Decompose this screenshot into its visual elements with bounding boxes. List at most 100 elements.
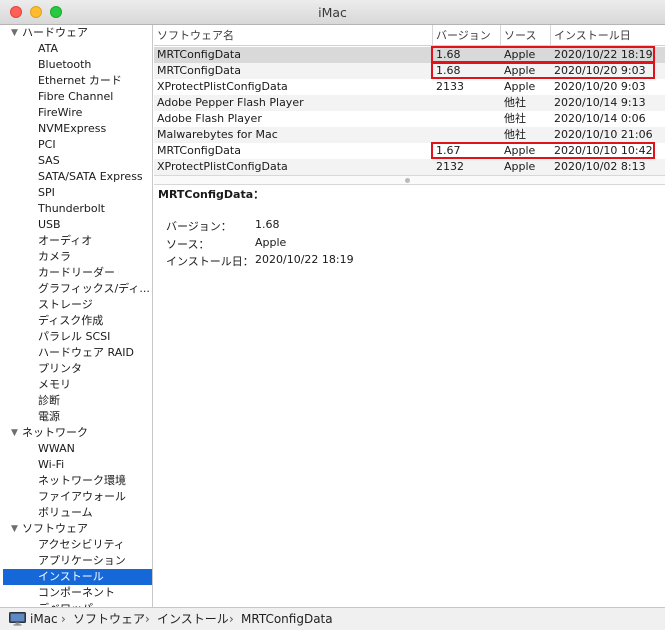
splitter-handle-icon[interactable]: [405, 178, 410, 183]
breadcrumb-separator: ›: [229, 612, 234, 626]
sidebar-item[interactable]: SAS: [0, 153, 152, 169]
disclosure-triangle-icon[interactable]: ▼: [11, 521, 18, 537]
sidebar-item-label: メモリ: [38, 378, 71, 391]
sidebar-item[interactable]: アクセシビリティ: [0, 537, 152, 553]
detail-field-label: ソース：: [166, 238, 210, 251]
sidebar-item-label: ボリューム: [38, 506, 93, 519]
sidebar-item[interactable]: Bluetooth: [0, 57, 152, 73]
sidebar-item-label: WWAN: [38, 442, 75, 455]
sidebar-item[interactable]: ディスク作成: [0, 313, 152, 329]
sidebar-item-label: USB: [38, 218, 61, 231]
detail-title: MRTConfigData：: [158, 188, 265, 201]
table-row[interactable]: Adobe Pepper Flash Player 他社 2020/10/14 9:…: [154, 95, 665, 111]
sidebar-item[interactable]: グラフィックス/ディ...: [0, 281, 152, 297]
sidebar-item[interactable]: カメラ: [0, 249, 152, 265]
highlight-box: [431, 142, 655, 159]
cell-install-date: 2020/10/14 9:13: [554, 96, 646, 109]
sidebar[interactable]: ▼ ハードウェア ATA Bluetooth Ethernet カード Fibre Cha…: [0, 25, 153, 607]
sidebar-item-label: Ethernet カード: [38, 74, 122, 87]
sidebar-item[interactable]: メモリ: [0, 377, 152, 393]
sidebar-item[interactable]: NVMExpress: [0, 121, 152, 137]
sidebar-item[interactable]: ハードウェア RAID: [0, 345, 152, 361]
cell-name: MRTConfigData: [157, 144, 241, 157]
sidebar-group-label: ソフトウェア: [22, 522, 88, 535]
sidebar-item[interactable]: カードリーダー: [0, 265, 152, 281]
cell-install-date: 2020/10/02 8:13: [554, 160, 646, 173]
sidebar-item-label: グラフィックス/ディ...: [38, 282, 150, 295]
sidebar-item-label: プリンタ: [38, 362, 82, 375]
sidebar-item-label: NVMExpress: [38, 122, 107, 135]
sidebar-item-label: ネットワーク環境: [38, 474, 126, 487]
highlight-box: [431, 46, 655, 63]
sidebar-item[interactable]: ファイアウォール: [0, 489, 152, 505]
sidebar-item-label: Bluetooth: [38, 58, 92, 71]
column-header-name[interactable]: ソフトウェア名: [154, 25, 433, 46]
disclosure-triangle-icon[interactable]: ▼: [11, 425, 18, 441]
sidebar-group-1[interactable]: ▼ ネットワーク: [0, 425, 152, 441]
sidebar-item[interactable]: オーディオ: [0, 233, 152, 249]
table-row[interactable]: Adobe Flash Player 他社 2020/10/14 0:06: [154, 111, 665, 127]
sidebar-item[interactable]: インストール: [3, 569, 152, 585]
sidebar-item-label: 電源: [38, 410, 60, 423]
sidebar-item[interactable]: FireWire: [0, 105, 152, 121]
disclosure-triangle-icon[interactable]: ▼: [11, 25, 18, 41]
cell-source: 他社: [504, 112, 526, 125]
sidebar-item[interactable]: ATA: [0, 41, 152, 57]
sidebar-item[interactable]: ストレージ: [0, 297, 152, 313]
sidebar-item[interactable]: SATA/SATA Express: [0, 169, 152, 185]
sidebar-item[interactable]: 電源: [0, 409, 152, 425]
sidebar-item[interactable]: WWAN: [0, 441, 152, 457]
sidebar-item[interactable]: パラレル SCSI: [0, 329, 152, 345]
sidebar-item-label: インストール: [38, 570, 104, 583]
sidebar-item[interactable]: ネットワーク環境: [0, 473, 152, 489]
install-table[interactable]: ソフトウェア名 バージョン ソース インストール日 MRTConfigData 1…: [154, 25, 665, 175]
title-bar: iMac: [0, 0, 665, 25]
table-row[interactable]: XProtectPlistConfigData 2133 Apple 2020/10/…: [154, 79, 665, 95]
table-row[interactable]: XProtectPlistConfigData 2132 Apple 2020/10/…: [154, 159, 665, 175]
sidebar-item[interactable]: ボリューム: [0, 505, 152, 521]
cell-name: MRTConfigData: [157, 64, 241, 77]
sidebar-item[interactable]: USB: [0, 217, 152, 233]
breadcrumb-software[interactable]: ソフトウェア: [73, 608, 145, 630]
sidebar-item[interactable]: プリンタ: [0, 361, 152, 377]
column-header-version[interactable]: バージョン: [433, 25, 501, 46]
cell-install-date: 2020/10/10 21:06: [554, 128, 653, 141]
sidebar-item[interactable]: 診断: [0, 393, 152, 409]
sidebar-group-0[interactable]: ▼ ハードウェア: [0, 25, 152, 41]
sidebar-item-label: ATA: [38, 42, 59, 55]
cell-name: Adobe Flash Player: [157, 112, 262, 125]
cell-install-date: 2020/10/20 9:03: [554, 80, 646, 93]
breadcrumb-mrtconfigdata[interactable]: MRTConfigData: [241, 608, 333, 630]
sidebar-item-label: 診断: [38, 394, 60, 407]
table-row[interactable]: Malwarebytes for Mac 他社 2020/10/10 21:06: [154, 127, 665, 143]
detail-field-value: 1.68: [255, 218, 280, 231]
sidebar-item-label: Fibre Channel: [38, 90, 114, 103]
sidebar-item[interactable]: Thunderbolt: [0, 201, 152, 217]
sidebar-item-label: ハードウェア RAID: [38, 346, 134, 359]
sidebar-item-label: FireWire: [38, 106, 83, 119]
sidebar-item-label: アプリケーション: [38, 554, 126, 567]
sidebar-item[interactable]: コンポーネント: [0, 585, 152, 601]
column-header-install-date[interactable]: インストール日: [551, 25, 665, 46]
sidebar-group-2[interactable]: ▼ ソフトウェア: [0, 521, 152, 537]
detail-field-label: バージョン：: [166, 220, 232, 233]
sidebar-item-label: アクセシビリティ: [38, 538, 125, 551]
breadcrumb-install[interactable]: インストール: [157, 608, 229, 630]
sidebar-item[interactable]: Fibre Channel: [0, 89, 152, 105]
detail-field-label: インストール日：: [166, 255, 254, 268]
sidebar-item[interactable]: Wi-Fi: [0, 457, 152, 473]
pane-splitter[interactable]: [154, 175, 665, 185]
sidebar-item[interactable]: アプリケーション: [0, 553, 152, 569]
breadcrumb-imac[interactable]: iMac: [30, 608, 58, 630]
cell-source: Apple: [504, 80, 536, 93]
sidebar-item[interactable]: PCI: [0, 137, 152, 153]
detail-field-value: 2020/10/22 18:19: [255, 253, 354, 266]
sidebar-item[interactable]: Ethernet カード: [0, 73, 152, 89]
table-header: ソフトウェア名 バージョン ソース インストール日: [154, 25, 665, 46]
detail-pane: MRTConfigData： バージョン： 1.68 ソース： Apple インストール…: [154, 186, 665, 607]
cell-name: Malwarebytes for Mac: [157, 128, 278, 141]
sidebar-item-label: カメラ: [38, 250, 71, 263]
column-header-source[interactable]: ソース: [501, 25, 551, 46]
sidebar-item-label: SPI: [38, 186, 55, 199]
sidebar-item[interactable]: SPI: [0, 185, 152, 201]
